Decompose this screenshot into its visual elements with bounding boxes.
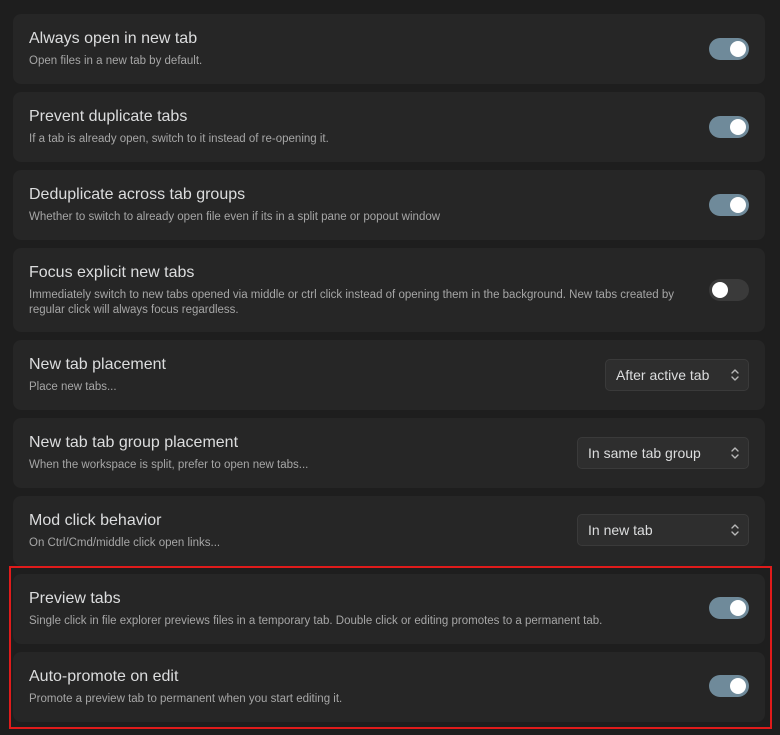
toggle-knob (730, 600, 746, 616)
toggle-knob (730, 119, 746, 135)
toggle-knob (730, 678, 746, 694)
setting-preview-tabs: Preview tabs Single click in file explor… (13, 574, 765, 644)
always-open-new-tab-toggle[interactable] (709, 38, 749, 60)
chevron-up-down-icon (731, 369, 739, 381)
setting-description: Promote a preview tab to permanent when … (29, 693, 343, 705)
auto-promote-on-edit-toggle[interactable] (709, 675, 749, 697)
chevron-up-down-icon (731, 524, 739, 536)
settings-list: Always open in new tab Open files in a n… (0, 0, 780, 735)
setting-title: New tab tab group placement (29, 434, 239, 451)
setting-description: Single click in file explorer previews f… (29, 615, 603, 627)
deduplicate-across-tab-groups-toggle[interactable] (709, 194, 749, 216)
setting-description: On Ctrl/Cmd/middle click open links... (29, 537, 221, 549)
setting-description: Open files in a new tab by default. (29, 55, 203, 67)
preview-tabs-toggle[interactable] (709, 597, 749, 619)
setting-description: Whether to switch to already open file e… (29, 211, 441, 223)
select-value: After active tab (616, 367, 710, 383)
setting-title: Preview tabs (29, 590, 121, 607)
setting-description: Place new tabs... (29, 381, 117, 393)
toggle-knob (730, 41, 746, 57)
setting-title: Always open in new tab (29, 30, 198, 47)
setting-title: Auto-promote on edit (29, 668, 179, 685)
setting-deduplicate-across-tab-groups: Deduplicate across tab groups Whether to… (13, 170, 765, 240)
select-value: In new tab (588, 522, 653, 538)
setting-title: New tab placement (29, 356, 166, 373)
setting-auto-promote-on-edit: Auto-promote on edit Promote a preview t… (13, 652, 765, 722)
setting-focus-explicit-new-tabs: Focus explicit new tabs Immediately swit… (13, 248, 765, 332)
setting-prevent-duplicate-tabs: Prevent duplicate tabs If a tab is alrea… (13, 92, 765, 162)
setting-description: If a tab is already open, switch to it i… (29, 133, 329, 145)
new-tab-placement-select[interactable]: After active tab (605, 359, 749, 391)
setting-title: Mod click behavior (29, 512, 162, 529)
setting-title: Deduplicate across tab groups (29, 186, 246, 203)
setting-new-tab-placement: New tab placement Place new tabs... Afte… (13, 340, 765, 410)
setting-new-tab-group-placement: New tab tab group placement When the wor… (13, 418, 765, 488)
setting-title: Focus explicit new tabs (29, 264, 195, 281)
setting-mod-click-behavior: Mod click behavior On Ctrl/Cmd/middle cl… (13, 496, 765, 566)
prevent-duplicate-tabs-toggle[interactable] (709, 116, 749, 138)
toggle-knob (712, 282, 728, 298)
mod-click-behavior-select[interactable]: In new tab (577, 514, 749, 546)
setting-description: Immediately switch to new tabs opened vi… (29, 289, 674, 316)
focus-explicit-new-tabs-toggle[interactable] (709, 279, 749, 301)
chevron-up-down-icon (731, 447, 739, 459)
setting-title: Prevent duplicate tabs (29, 108, 188, 125)
toggle-knob (730, 197, 746, 213)
select-value: In same tab group (588, 445, 701, 461)
setting-always-open-new-tab: Always open in new tab Open files in a n… (13, 14, 765, 84)
new-tab-group-placement-select[interactable]: In same tab group (577, 437, 749, 469)
setting-description: When the workspace is split, prefer to o… (29, 459, 309, 471)
